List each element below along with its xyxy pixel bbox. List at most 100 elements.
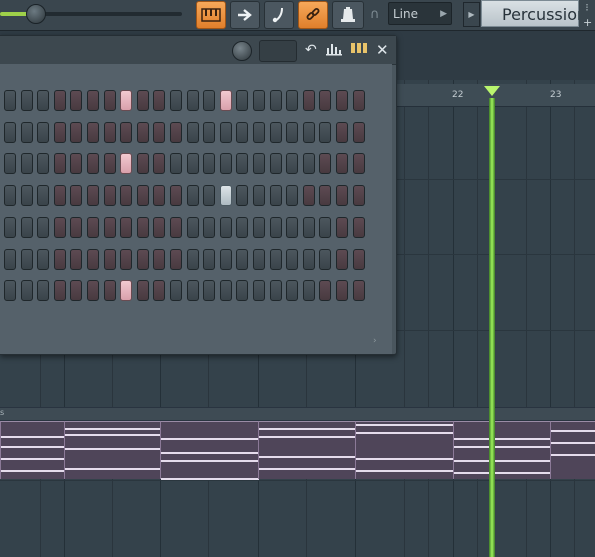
metronome-bell-icon[interactable] [332,1,364,29]
step-button[interactable] [186,248,199,270]
pattern-clip[interactable] [64,421,161,479]
step-button[interactable] [87,216,99,238]
step-button[interactable] [286,216,299,238]
step-button[interactable] [269,153,282,175]
step-button[interactable] [203,216,216,238]
step-button[interactable] [253,185,265,207]
step-button[interactable] [302,280,315,302]
step-button[interactable] [37,153,50,175]
step-button[interactable] [37,185,50,207]
step-button[interactable] [336,90,348,111]
step-button[interactable] [120,90,133,111]
step-button[interactable] [4,153,16,175]
prev-channel-button[interactable]: ▶ [463,2,480,27]
step-button[interactable] [269,185,282,207]
step-button[interactable] [253,248,265,270]
step-button[interactable] [236,90,249,111]
step-button[interactable] [136,280,149,302]
track-header[interactable]: s [0,407,595,421]
step-button[interactable] [319,153,332,175]
step-button[interactable] [286,248,299,270]
step-button[interactable] [4,185,16,207]
step-button[interactable] [186,216,199,238]
step-button[interactable] [70,153,83,175]
arrow-right-icon[interactable] [230,1,260,29]
step-button[interactable] [286,185,299,207]
step-button[interactable] [136,121,149,143]
step-button[interactable] [87,280,99,302]
step-button[interactable] [336,153,348,175]
graph-editor-icon[interactable] [326,42,342,60]
step-button[interactable] [103,153,116,175]
step-button[interactable] [186,121,199,143]
step-button[interactable] [236,153,249,175]
step-button[interactable] [302,90,315,111]
step-button[interactable] [170,216,182,238]
step-button[interactable] [120,216,133,238]
step-button[interactable] [253,90,265,111]
step-button[interactable] [319,90,332,111]
step-button[interactable] [302,153,315,175]
step-button[interactable] [203,185,216,207]
pattern-clip[interactable] [0,421,65,479]
step-button[interactable] [269,248,282,270]
step-button[interactable] [103,216,116,238]
step-button[interactable] [37,248,50,270]
step-button[interactable] [319,248,332,270]
step-button[interactable] [53,153,66,175]
step-button[interactable] [186,185,199,207]
playhead-marker-icon[interactable] [484,86,500,96]
step-button[interactable] [153,216,166,238]
step-button[interactable] [352,121,365,143]
step-button[interactable] [53,121,66,143]
step-button[interactable] [20,216,33,238]
pattern-clip[interactable] [355,421,454,479]
step-button[interactable] [170,121,182,143]
step-button[interactable] [37,90,50,111]
step-button[interactable] [219,185,232,207]
step-button[interactable] [253,153,265,175]
pattern-clip[interactable] [258,421,356,479]
step-button[interactable] [302,185,315,207]
step-button[interactable] [4,90,16,111]
step-button[interactable] [20,153,33,175]
step-button[interactable] [136,90,149,111]
step-button[interactable] [186,90,199,111]
step-button[interactable] [153,185,166,207]
step-button[interactable] [203,121,216,143]
step-button[interactable] [153,121,166,143]
step-sequencer-icon[interactable] [351,42,368,58]
step-button[interactable] [103,185,116,207]
step-button[interactable] [352,90,365,111]
step-button[interactable] [302,121,315,143]
step-button[interactable] [253,216,265,238]
step-button[interactable] [153,248,166,270]
step-button[interactable] [20,121,33,143]
close-icon[interactable]: ✕ [376,42,389,58]
step-button[interactable] [87,153,99,175]
magnet-icon[interactable]: ∩ [370,7,384,23]
channel-filter-select[interactable]: Percussion [481,0,587,27]
master-pitch-slider[interactable] [0,4,182,24]
step-button[interactable] [170,153,182,175]
step-button[interactable] [170,248,182,270]
step-button[interactable] [203,248,216,270]
channel-rack-header[interactable]: ↶ ✕ [0,36,396,65]
step-button[interactable] [352,153,365,175]
step-button[interactable] [269,90,282,111]
pattern-clip[interactable] [453,421,551,479]
step-button[interactable] [87,90,99,111]
step-button[interactable] [219,90,232,111]
step-button[interactable] [4,248,16,270]
step-button[interactable] [236,185,249,207]
step-button[interactable] [103,121,116,143]
step-button[interactable] [336,121,348,143]
step-button[interactable] [269,280,282,302]
step-button[interactable] [269,121,282,143]
step-button[interactable] [336,280,348,302]
step-button[interactable] [20,248,33,270]
step-button[interactable] [70,121,83,143]
step-button[interactable] [103,248,116,270]
step-button[interactable] [286,121,299,143]
step-button[interactable] [87,185,99,207]
